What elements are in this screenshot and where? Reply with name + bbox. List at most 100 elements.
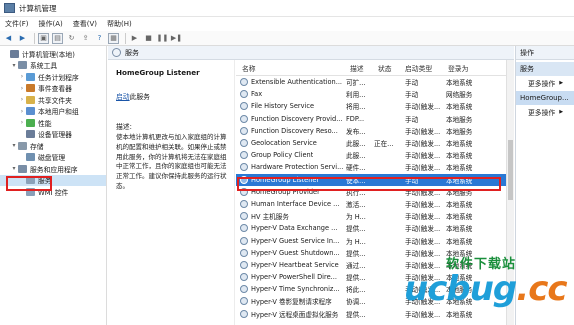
service-log-on-as: 网络服务: [446, 91, 473, 100]
table-row[interactable]: Hyper-V Guest Service In... 为 H... 手动(触发..…: [236, 234, 506, 246]
help-icon[interactable]: ?: [94, 33, 105, 44]
chevron-right-icon[interactable]: ›: [18, 96, 26, 103]
service-startup-type: 手动: [405, 115, 419, 124]
column-status[interactable]: 状态: [372, 63, 399, 73]
table-row[interactable]: Hyper-V Heartbeat Service 通过... 手动(触发... 本地…: [236, 259, 506, 271]
table-row[interactable]: Hyper-V 远程桌面虚拟化服务 提供... 手动(触发... 本地系统: [236, 308, 506, 320]
pause-service-icon[interactable]: ❚❚: [157, 33, 169, 44]
table-row[interactable]: Hyper-V PowerShell Dire... 提供... 手动(触发... 本…: [236, 271, 506, 283]
back-arrow-icon[interactable]: ◀: [3, 33, 14, 44]
column-name[interactable]: 名称: [236, 63, 344, 73]
service-startup-type: 手动(触发...: [405, 213, 441, 222]
scrollbar-thumb[interactable]: [508, 140, 513, 200]
service-name: Geolocation Service: [251, 139, 317, 148]
export-list-icon[interactable]: ⇪: [80, 33, 91, 44]
service-log-on-as: 本地系统: [446, 213, 473, 222]
table-row[interactable]: HomeGroup Provider 执行... 手动(触发... 本地服务: [236, 186, 506, 198]
list-scrollbar[interactable]: [506, 60, 514, 325]
service-name: HV 主机服务: [251, 213, 289, 222]
menu-action[interactable]: 操作(A): [39, 19, 63, 29]
tree-node-icon: [10, 49, 19, 58]
chevron-right-icon[interactable]: ›: [18, 108, 26, 115]
menu-view[interactable]: 查看(V): [73, 19, 97, 29]
up-folder-icon[interactable]: ▣: [38, 32, 49, 44]
refresh-icon[interactable]: ↻: [66, 33, 77, 44]
tree-item[interactable]: ▾ 服务和应用程序: [0, 163, 106, 175]
table-row[interactable]: Fax 利用... 手动 网络服务: [236, 88, 506, 100]
service-log-on-as: 本地系统: [446, 140, 473, 149]
tree-item-label: 存储: [30, 142, 44, 151]
chevron-down-icon[interactable]: ▾: [10, 142, 18, 149]
menu-file[interactable]: 文件(F): [5, 19, 29, 29]
table-row[interactable]: HV 主机服务 为 H... 手动(触发... 本地系统: [236, 210, 506, 222]
service-log-on-as: 本地系统: [446, 274, 473, 283]
tree-item[interactable]: 磁盘管理: [0, 152, 106, 164]
chevron-right-icon[interactable]: ›: [18, 73, 26, 80]
service-log-on-as: 本地系统: [446, 200, 473, 209]
tree-node-icon: [18, 141, 27, 150]
tree-item-label: 事件查看器: [38, 85, 72, 94]
chevron-right-icon[interactable]: ›: [18, 119, 26, 126]
table-row[interactable]: File History Service 将用... 手动(触发... 本地系统: [236, 100, 506, 112]
tree-item[interactable]: WMI 控件: [0, 186, 106, 198]
column-startup-type[interactable]: 启动类型: [399, 63, 442, 73]
table-row[interactable]: Hyper-V Data Exchange ... 提供... 手动(触发... 本地…: [236, 222, 506, 234]
show-hide-tree-icon[interactable]: ▤: [52, 32, 63, 44]
restart-service-icon[interactable]: ▶❚: [171, 33, 182, 44]
tree-node-icon: [26, 176, 35, 185]
table-row[interactable]: Human Interface Device ... 激活... 手动(触发... 本…: [236, 198, 506, 210]
table-row[interactable]: Group Policy Client 此服... 手动(触发... 本地系统: [236, 149, 506, 161]
service-log-on-as: 本地系统: [446, 79, 473, 88]
tree-item[interactable]: › 事件查看器: [0, 83, 106, 95]
service-log-on-as: 本地系统: [446, 298, 473, 307]
service-description: 提供...: [346, 274, 366, 283]
service-name-cell: Hyper-V Guest Shutdown...: [236, 248, 344, 257]
toolbar-divider: [34, 32, 35, 44]
tree-item[interactable]: ▾ 存储: [0, 140, 106, 152]
tree-item[interactable]: › 共享文件夹: [0, 94, 106, 106]
service-log-on-as: 本地服务: [446, 286, 473, 295]
menu-help[interactable]: 帮助(H): [107, 19, 132, 29]
table-row[interactable]: Geolocation Service 此服... 正在... 手动(触发... 本地系…: [236, 137, 506, 149]
table-row[interactable]: Function Discovery Provid... FDP... 手动 本地服务: [236, 113, 506, 125]
service-gear-icon: [240, 285, 248, 294]
tree-item-label: 性能: [38, 119, 52, 128]
table-row[interactable]: Hyper-V Time Synchroniz... 将此... 手动(触发... 本…: [236, 283, 506, 295]
service-startup-type: 手动(触发...: [405, 200, 441, 209]
forward-arrow-icon[interactable]: ▶: [17, 33, 28, 44]
service-name-cell: HomeGroup Provider: [236, 187, 344, 196]
table-row[interactable]: Hardware Protection Servi... 硬件... 手动(触发..…: [236, 161, 506, 173]
actions-pane: 操作 服务 更多操作 ▶ HomeGroup... 更多操作 ▶: [515, 46, 574, 325]
column-description[interactable]: 描述: [344, 63, 372, 73]
table-row[interactable]: Hyper-V 卷影复制请求程序 协调... 手动(触发... 本地系统: [236, 295, 506, 307]
service-log-on-as: 本地系统: [446, 225, 473, 234]
chevron-down-icon[interactable]: ▾: [10, 165, 18, 172]
service-name-cell: Hardware Protection Servi...: [236, 163, 344, 172]
chevron-down-icon[interactable]: ▾: [10, 62, 18, 69]
tree-item[interactable]: › 本地用户和组: [0, 106, 106, 118]
table-row[interactable]: Function Discovery Reso... 发布... 手动(触发... 本…: [236, 125, 506, 137]
stop-service-icon[interactable]: ■: [143, 33, 154, 44]
actions-group-services[interactable]: 服务: [516, 62, 574, 76]
table-row[interactable]: HomeGroup Listener 使本... 手动 本地系统: [236, 173, 506, 186]
tree-item[interactable]: 设备管理器: [0, 129, 106, 141]
chevron-right-icon[interactable]: ›: [18, 85, 26, 92]
service-description: 激活...: [346, 200, 366, 209]
table-row[interactable]: Extensible Authentication... 可扩... 手动 本地系统: [236, 76, 506, 88]
column-log-on-as[interactable]: 登录为: [442, 63, 506, 73]
start-service-icon[interactable]: ▶: [129, 33, 140, 44]
tree-item[interactable]: ▾ 系统工具: [0, 60, 106, 72]
actions-group-homegroup[interactable]: HomeGroup...: [516, 91, 574, 105]
tree-item[interactable]: 服务: [0, 174, 106, 186]
more-actions-2[interactable]: 更多操作 ▶: [516, 105, 574, 118]
table-row[interactable]: Hyper-V Guest Shutdown... 提供... 手动(触发... 本地…: [236, 247, 506, 259]
tree-item[interactable]: › 任务计划程序: [0, 71, 106, 83]
more-actions-1[interactable]: 更多操作 ▶: [516, 76, 574, 89]
tree-item[interactable]: 计算机管理(本地): [0, 48, 106, 60]
tree-item[interactable]: › 性能: [0, 117, 106, 129]
properties-icon[interactable]: ▦: [108, 32, 119, 44]
service-name: Hardware Protection Servi...: [251, 163, 344, 172]
start-service-link[interactable]: 启动: [116, 93, 130, 101]
service-description: 执行...: [346, 188, 366, 197]
service-name-cell: Hyper-V Heartbeat Service: [236, 260, 344, 269]
